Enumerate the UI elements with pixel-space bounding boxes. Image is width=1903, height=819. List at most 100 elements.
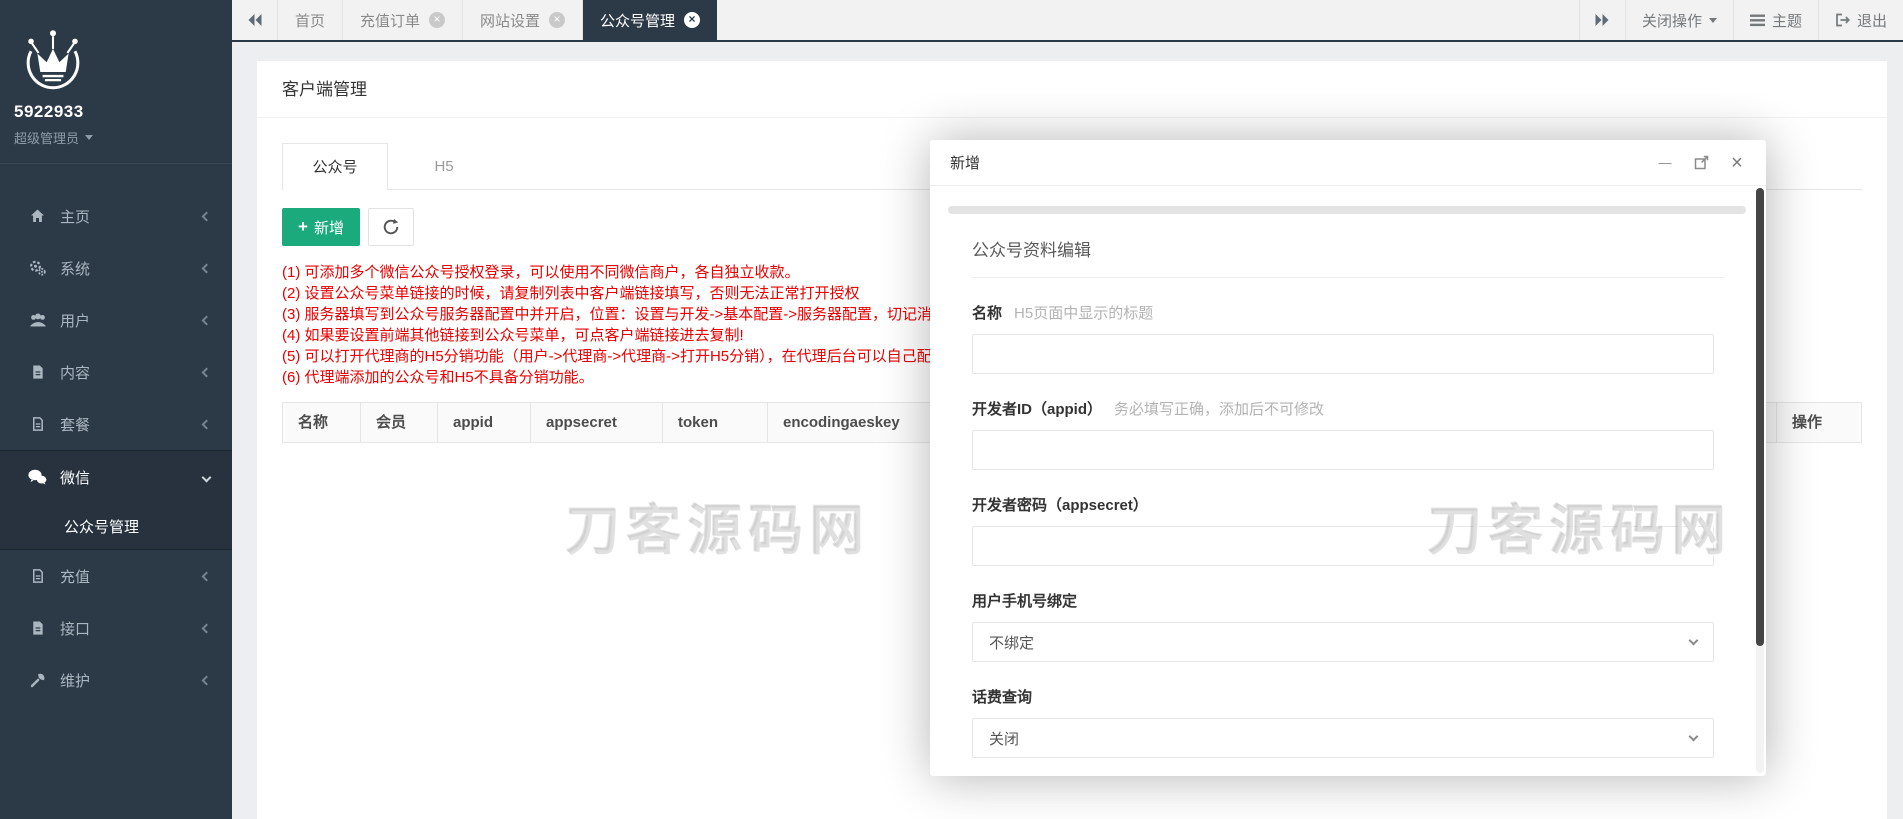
close-tab-icon[interactable]: × xyxy=(429,12,446,28)
file-icon xyxy=(28,620,47,636)
name-field-hint: H5页面中显示的标题 xyxy=(1014,305,1154,322)
sidebar-item-recharge[interactable]: 充值 xyxy=(0,550,232,602)
add-button[interactable]: + 新增 xyxy=(282,208,360,246)
file-outline-icon xyxy=(28,416,47,432)
tab-official-account[interactable]: 公众号 xyxy=(282,143,388,191)
sidebar-item-label: 套餐 xyxy=(60,416,91,434)
tab-recharge-orders[interactable]: 充值订单 × xyxy=(343,0,464,40)
close-tab-icon[interactable]: × xyxy=(684,12,701,28)
tab-label: 公众号管理 xyxy=(600,12,676,30)
phone-bind-selected-value: 不绑定 xyxy=(989,634,1035,652)
double-right-arrow-icon xyxy=(1595,14,1609,26)
chevron-left-icon xyxy=(201,367,212,377)
sidebar-item-label: 系统 xyxy=(60,260,91,278)
chevron-left-icon xyxy=(201,675,212,685)
add-button-label: 新增 xyxy=(313,219,344,237)
appsecret-field-label: 开发者密码（appsecret） xyxy=(972,497,1148,514)
logout-button[interactable]: 退出 xyxy=(1817,0,1903,40)
tab-label: 首页 xyxy=(295,12,326,30)
crown-logo-icon xyxy=(26,30,80,90)
chevron-left-icon xyxy=(201,263,212,273)
col-actions: 操作 xyxy=(1792,414,1823,431)
gears-icon xyxy=(28,260,47,276)
tab-label: 充值订单 xyxy=(360,12,421,30)
modal-title: 新增 xyxy=(950,155,981,172)
col-appsecret: appsecret xyxy=(531,403,663,442)
sidebar-item-system[interactable]: 系统 xyxy=(0,242,232,294)
modal-scrollbar-thumb[interactable] xyxy=(1756,188,1764,646)
name-input[interactable] xyxy=(972,334,1714,374)
chevron-left-icon xyxy=(201,211,212,221)
sidebar-item-label: 维护 xyxy=(60,672,91,690)
sidebar-item-label: 主页 xyxy=(60,208,91,226)
tab-label: 网站设置 xyxy=(480,12,541,30)
logout-label: 退出 xyxy=(1856,12,1887,30)
field-label-row: 名称 H5页面中显示的标题 xyxy=(972,302,1714,323)
minimize-icon[interactable]: — xyxy=(1656,154,1674,172)
topbar: 首页 充值订单 × 网站设置 × 公众号管理 × 关闭操作 主题 退出 xyxy=(232,0,1903,42)
divider-bar xyxy=(948,206,1746,214)
appid-field-hint: 务必填写正确，添加后不可修改 xyxy=(1114,401,1325,418)
sidebar-item-packages[interactable]: 套餐 xyxy=(0,398,232,450)
appsecret-input[interactable] xyxy=(972,526,1714,566)
collapse-tabs-left-button[interactable] xyxy=(232,0,278,40)
form-section-title: 公众号资料编辑 xyxy=(972,236,1724,278)
user-role-label: 超级管理员 xyxy=(14,131,80,146)
refresh-icon xyxy=(383,218,399,235)
tab-official-account-mgmt[interactable]: 公众号管理 × xyxy=(583,0,718,40)
sidebar-item-users[interactable]: 用户 xyxy=(0,294,232,346)
tab-home[interactable]: 首页 xyxy=(278,0,344,40)
sidebar-subitem-official-accounts[interactable]: 公众号管理 xyxy=(0,503,232,549)
sidebar-item-label: 微信 xyxy=(60,469,91,487)
sidebar-item-home[interactable]: 主页 xyxy=(0,190,232,242)
sidebar-item-label: 内容 xyxy=(60,364,91,382)
col-name: 名称 xyxy=(283,403,361,442)
field-label-row: 开发者ID（appid） 务必填写正确，添加后不可修改 xyxy=(972,398,1714,419)
caret-down-icon xyxy=(1708,17,1717,23)
chevron-left-icon xyxy=(201,623,212,633)
home-icon xyxy=(28,208,47,224)
file-outline-icon xyxy=(28,568,47,584)
col-appid: appid xyxy=(438,403,531,442)
phone-fee-query-select[interactable]: 关闭 xyxy=(972,718,1714,758)
appid-input[interactable] xyxy=(972,430,1714,470)
chevron-left-icon xyxy=(201,571,212,581)
sidebar-item-maintenance[interactable]: 维护 xyxy=(0,654,232,706)
sidebar-item-label: 接口 xyxy=(60,620,91,638)
field-label-row: 用户手机号绑定 xyxy=(972,590,1714,611)
close-operations-dropdown[interactable]: 关闭操作 xyxy=(1624,0,1733,40)
refresh-button[interactable] xyxy=(367,208,414,246)
close-tab-icon[interactable]: × xyxy=(549,12,566,28)
theme-button[interactable]: 主题 xyxy=(1732,0,1818,40)
wrench-icon xyxy=(28,672,47,688)
col-token: token xyxy=(663,403,768,442)
chevron-down-icon xyxy=(201,472,212,482)
field-label-row: 开发者密码（appsecret） xyxy=(972,494,1714,515)
phone-bind-select[interactable]: 不绑定 xyxy=(972,622,1714,662)
sidebar-item-api[interactable]: 接口 xyxy=(0,602,232,654)
modal-header: 新增 — × xyxy=(930,140,1766,186)
theme-label: 主题 xyxy=(1771,12,1802,30)
double-left-arrow-icon xyxy=(248,14,261,26)
sidebar-item-content[interactable]: 内容 xyxy=(0,346,232,398)
user-id: 5922933 xyxy=(14,102,84,121)
collapse-tabs-right-button[interactable] xyxy=(1578,0,1625,40)
close-icon[interactable]: × xyxy=(1728,153,1746,173)
file-icon xyxy=(28,364,47,380)
chevron-left-icon xyxy=(201,315,212,325)
account-form: 名称 H5页面中显示的标题 开发者ID（appid） 务必填写正确，添加后不可修… xyxy=(930,302,1766,775)
user-role-dropdown[interactable]: 超级管理员 xyxy=(14,128,232,147)
maximize-icon[interactable] xyxy=(1692,154,1710,172)
sidebar-item-wechat[interactable]: 微信 xyxy=(0,451,232,503)
sidebar-subitem-label: 公众号管理 xyxy=(64,518,140,536)
caret-down-icon xyxy=(85,135,94,140)
sidebar-item-label: 用户 xyxy=(60,312,91,330)
phone-fee-query-label: 话费查询 xyxy=(972,689,1033,706)
sidebar: 5922933 超级管理员 主页 系统 用户 内容 套餐 微信 公众号管理 充值… xyxy=(0,0,232,819)
tab-h5[interactable]: H5 xyxy=(392,143,495,190)
field-label-row: 话费查询 xyxy=(972,686,1714,707)
plus-icon: + xyxy=(298,217,308,236)
chevron-down-icon xyxy=(1688,731,1699,741)
tab-site-settings[interactable]: 网站设置 × xyxy=(463,0,584,40)
appid-field-label: 开发者ID（appid） xyxy=(972,401,1102,418)
